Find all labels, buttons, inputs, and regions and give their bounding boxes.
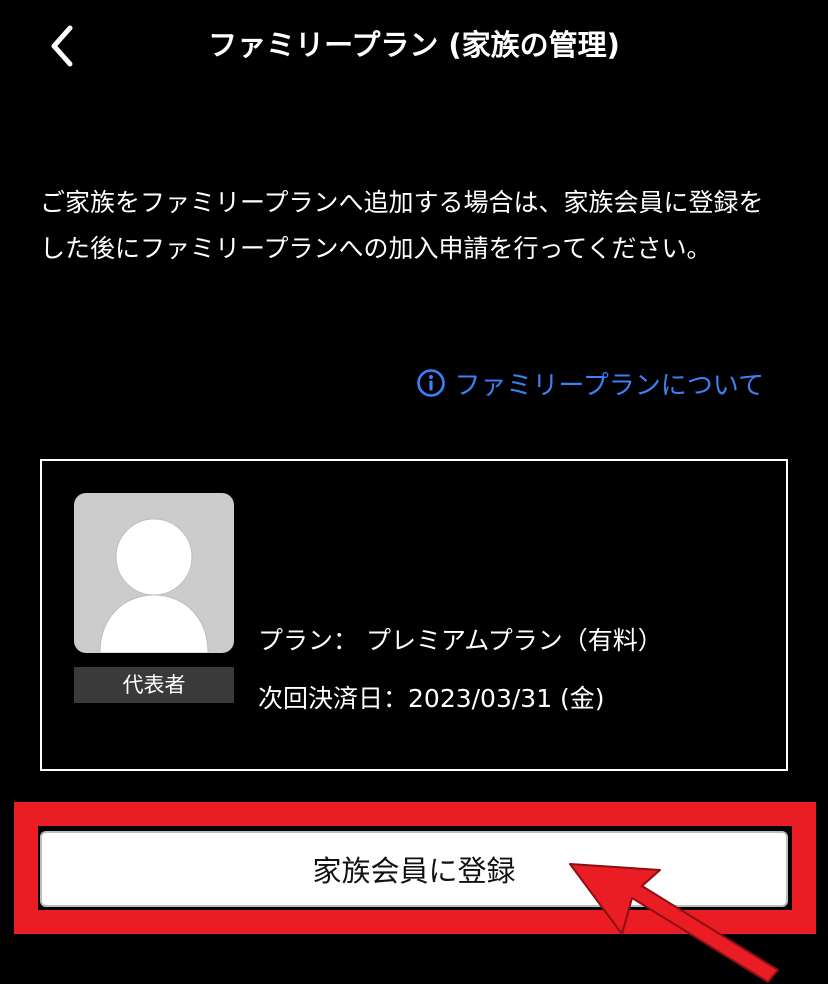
- register-family-member-label: 家族会員に登録: [312, 854, 516, 888]
- intro-text: ご家族をファミリープランへ追加する場合は、家族会員に登録をした後にファミリープラ…: [40, 188, 764, 263]
- chevron-left-icon: [51, 25, 73, 67]
- back-button[interactable]: [38, 22, 90, 70]
- plan-row: プラン： プレミアムプラン（有料）: [258, 621, 663, 661]
- about-family-plan-link[interactable]: ファミリープランについて: [416, 362, 764, 404]
- next-payment-row: 次回決済日：2023/03/31 (金): [258, 679, 605, 719]
- representative-badge: 代表者: [74, 667, 234, 703]
- member-card: 代表者 プラン： プレミアムプラン（有料） 次回決済日：2023/03/31 (…: [40, 459, 788, 771]
- page-title: ファミリープラン (家族の管理): [208, 28, 620, 62]
- next-payment-value: 2023/03/31 (金): [408, 684, 605, 713]
- avatar: [74, 493, 234, 653]
- next-payment-label: 次回決済日：: [258, 684, 409, 713]
- red-arrow-icon: [569, 863, 779, 983]
- person-silhouette-icon: [99, 518, 209, 653]
- info-circle-icon: [417, 369, 446, 397]
- header-bar: ファミリープラン (家族の管理): [0, 0, 828, 92]
- plan-value: プレミアムプラン（有料）: [365, 626, 663, 655]
- plan-label: プラン：: [258, 626, 359, 655]
- about-family-plan-label: ファミリープランについて: [454, 370, 764, 401]
